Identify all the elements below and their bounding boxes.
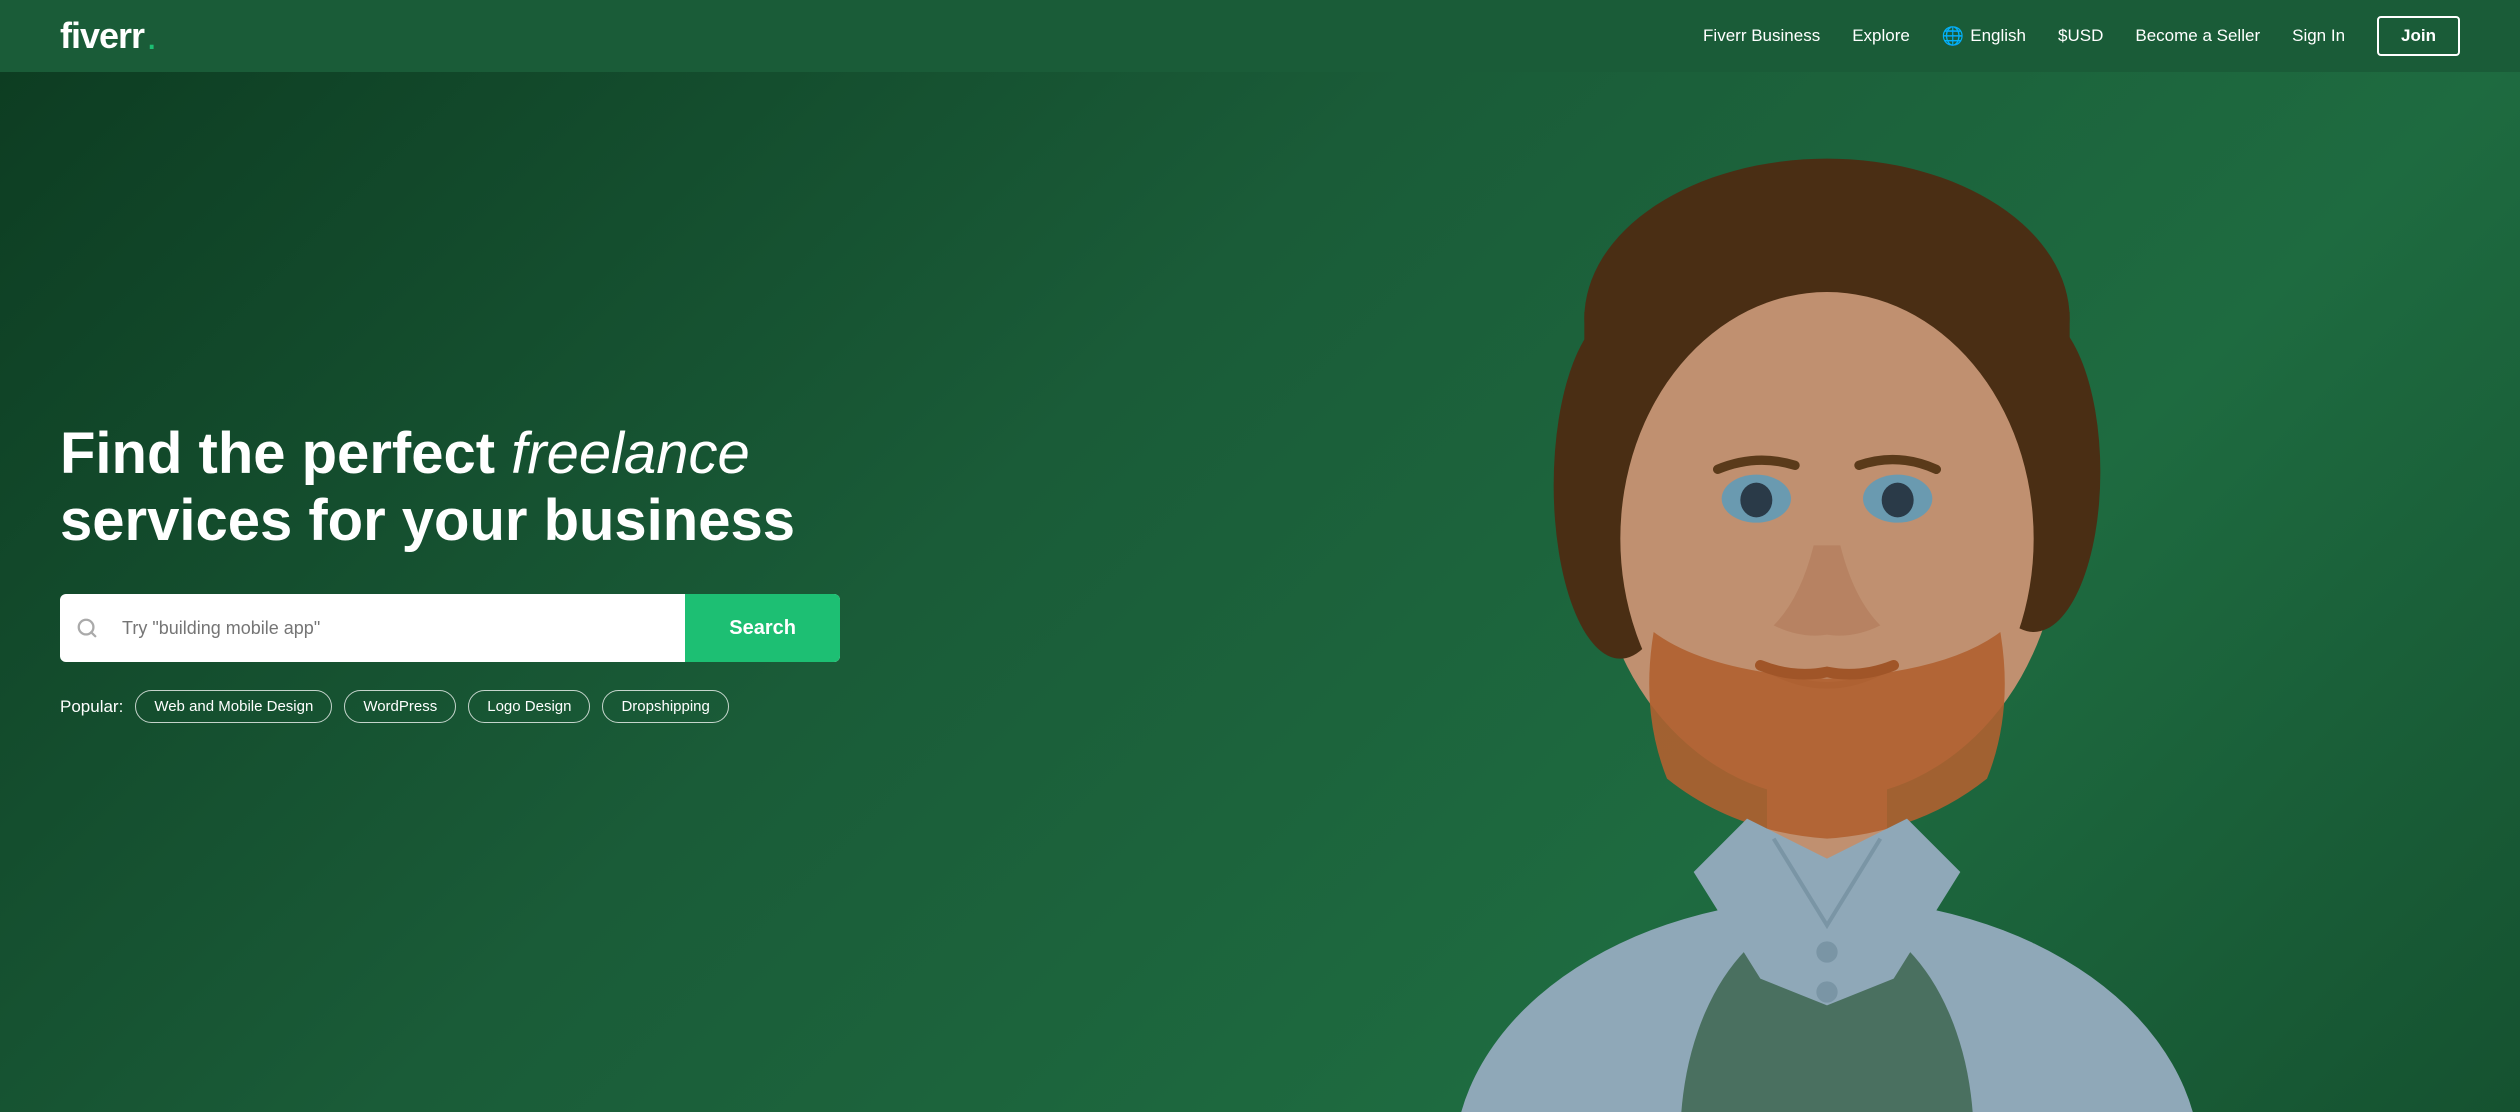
nav-explore[interactable]: Explore xyxy=(1852,26,1910,46)
hero-title-part2: services for your business xyxy=(60,488,795,553)
nav-fiverr-business[interactable]: Fiverr Business xyxy=(1703,26,1820,46)
popular-row: Popular: Web and Mobile Design WordPress… xyxy=(60,690,840,723)
header: fiverr. Fiverr Business Explore 🌐 Englis… xyxy=(0,0,2520,72)
hero-section: Find the perfect freelance services for … xyxy=(0,72,2520,1112)
nav-sign-in[interactable]: Sign In xyxy=(2292,26,2345,46)
logo-text: fiverr xyxy=(60,15,144,57)
popular-tag-wordpress[interactable]: WordPress xyxy=(344,690,456,723)
main-nav: Fiverr Business Explore 🌐 English $USD B… xyxy=(1703,16,2460,56)
hero-title: Find the perfect freelance services for … xyxy=(60,421,840,554)
hero-title-italic: freelance xyxy=(511,421,750,486)
search-button[interactable]: Search xyxy=(685,594,840,662)
nav-become-seller[interactable]: Become a Seller xyxy=(2135,26,2260,46)
join-button[interactable]: Join xyxy=(2377,16,2460,56)
popular-tag-web-mobile-design[interactable]: Web and Mobile Design xyxy=(135,690,332,723)
hero-content: Find the perfect freelance services for … xyxy=(0,381,900,803)
search-icon xyxy=(60,594,114,662)
nav-language[interactable]: 🌐 English xyxy=(1942,26,2026,47)
popular-tag-logo-design[interactable]: Logo Design xyxy=(468,690,590,723)
search-input[interactable] xyxy=(114,594,685,662)
popular-tag-dropshipping[interactable]: Dropshipping xyxy=(602,690,728,723)
hero-title-part1: Find the perfect xyxy=(60,421,511,486)
logo[interactable]: fiverr. xyxy=(60,15,157,57)
popular-label: Popular: xyxy=(60,697,123,717)
nav-currency[interactable]: $USD xyxy=(2058,26,2103,46)
globe-icon: 🌐 xyxy=(1942,26,1964,47)
language-label: English xyxy=(1970,26,2026,46)
search-bar: Search xyxy=(60,594,840,662)
hero-person-image xyxy=(1134,72,2520,1112)
